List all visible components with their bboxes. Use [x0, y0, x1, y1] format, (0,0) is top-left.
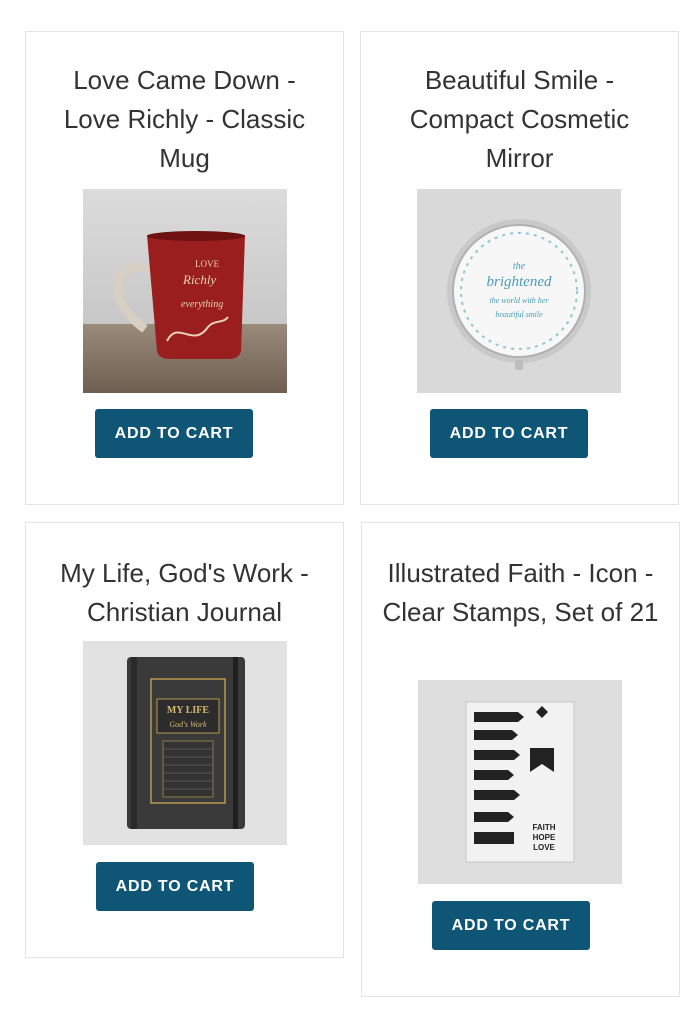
product-title[interactable]: Beautiful Smile - Compact Cosmetic Mirro…	[361, 61, 678, 178]
product-title[interactable]: Illustrated Faith - Icon - Clear Stamps,…	[362, 554, 679, 632]
mug-text: Richly	[182, 272, 216, 287]
product-card: Beautiful Smile - Compact Cosmetic Mirro…	[360, 31, 679, 505]
product-title[interactable]: Love Came Down - Love Richly - Classic M…	[26, 61, 343, 178]
add-to-cart-button[interactable]: ADD TO CART	[96, 862, 254, 911]
stamps-text: FAITH	[532, 823, 555, 832]
mirror-text: beautiful smile	[495, 310, 543, 319]
product-image[interactable]: LOVE Richly everything	[83, 189, 287, 393]
stamps-text: HOPE	[533, 833, 556, 842]
product-image[interactable]: FAITH HOPE LOVE	[418, 680, 622, 884]
mirror-text: the world with her	[490, 296, 550, 305]
product-card: Love Came Down - Love Richly - Classic M…	[25, 31, 344, 505]
mirror-text: brightened	[487, 274, 552, 290]
add-to-cart-button[interactable]: ADD TO CART	[95, 409, 253, 458]
mug-image: LOVE Richly everything	[83, 189, 287, 393]
stamps-text: LOVE	[533, 843, 555, 852]
stamps-image: FAITH HOPE LOVE	[418, 680, 622, 884]
journal-image: MY LIFE God's Work	[83, 641, 287, 845]
product-card: Illustrated Faith - Icon - Clear Stamps,…	[361, 522, 680, 997]
mug-text: LOVE	[195, 259, 219, 269]
mug-text: everything	[181, 299, 223, 310]
journal-text: God's Work	[169, 720, 207, 729]
mirror-text: the	[513, 261, 526, 272]
add-to-cart-button[interactable]: ADD TO CART	[430, 409, 588, 458]
add-to-cart-button[interactable]: ADD TO CART	[432, 901, 590, 950]
product-card: My Life, God's Work - Christian Journal …	[25, 522, 344, 958]
product-title[interactable]: My Life, God's Work - Christian Journal	[26, 554, 343, 632]
product-image[interactable]: MY LIFE God's Work	[83, 641, 287, 845]
product-image[interactable]: the brightened the world with her beauti…	[417, 189, 621, 393]
journal-text: MY LIFE	[167, 705, 209, 716]
mirror-image: the brightened the world with her beauti…	[417, 189, 621, 393]
